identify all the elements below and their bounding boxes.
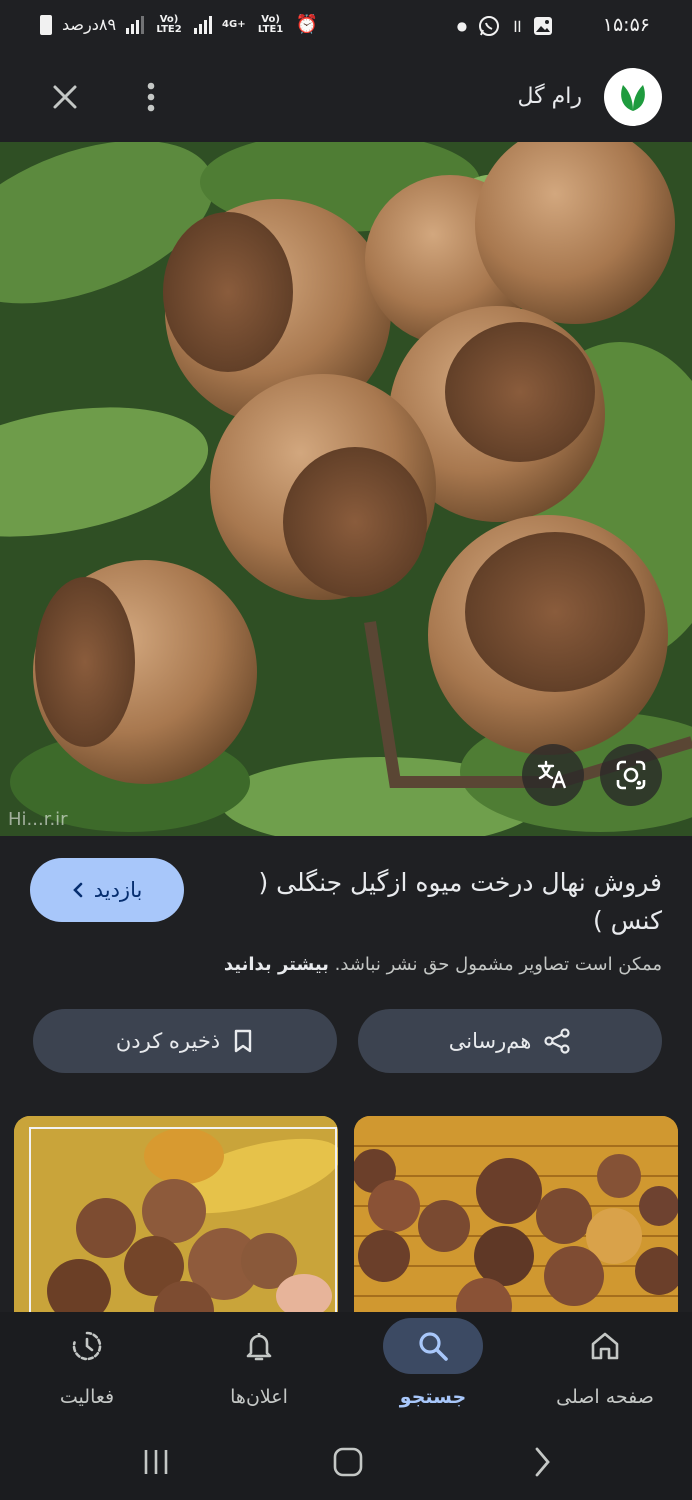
- related-medlar-photo: [14, 1116, 338, 1316]
- status-bar: ۸۹درصد Vo) LTE2 4G+ Vo) LTE1 ⏰ ● ॥ ۱۵:۵۶: [0, 0, 692, 56]
- site-logo[interactable]: [604, 68, 662, 126]
- bell-icon: [246, 1333, 272, 1361]
- learn-more-link[interactable]: بیشتر بدانید: [224, 954, 329, 975]
- more-options-button[interactable]: [130, 76, 172, 118]
- save-button[interactable]: ذخیره کردن: [33, 1009, 337, 1073]
- activity-icon-wrap: [37, 1318, 137, 1374]
- image-info-panel: فروش نهال درخت میوه ازگیل جنگلی ( کنس ) …: [0, 836, 692, 1316]
- share-button[interactable]: هم‌رسانی: [358, 1009, 662, 1073]
- dot-icon: ●: [456, 19, 468, 33]
- network-label: 4G+: [222, 18, 246, 30]
- image-watermark: Hi...r.ir: [8, 809, 68, 830]
- more-vert-icon: [147, 82, 155, 112]
- bottom-navigation: صفحه اصلی جستجو اعلان‌ها فعالیت: [0, 1312, 692, 1430]
- lens-icon: [616, 760, 646, 790]
- bell-icon-wrap: [209, 1318, 309, 1374]
- recent-apps-icon: [144, 1450, 168, 1474]
- clock: ۱۵:۵۶: [602, 14, 650, 36]
- copyright-notice: ممکن است تصاویر مشمول حق نشر نباشد. بیشت…: [224, 954, 662, 975]
- main-image[interactable]: Hi...r.ir: [0, 142, 692, 836]
- close-icon: [53, 85, 77, 109]
- notif-count: ॥: [511, 16, 522, 37]
- share-label: هم‌رسانی: [448, 1029, 532, 1053]
- activity-icon: [72, 1331, 102, 1361]
- status-left: ۸۹درصد Vo) LTE2 4G+ Vo) LTE1 ⏰: [40, 14, 318, 35]
- nav-activity[interactable]: فعالیت: [12, 1318, 162, 1428]
- status-notifications: ● ॥: [457, 14, 554, 38]
- signal-icon: [194, 15, 213, 34]
- image-title[interactable]: فروش نهال درخت میوه ازگیل جنگلی ( کنس ): [202, 864, 662, 940]
- related-image[interactable]: [354, 1116, 678, 1316]
- nav-home[interactable]: صفحه اصلی: [530, 1318, 680, 1428]
- nav-home-label: صفحه اصلی: [556, 1386, 654, 1408]
- back-button[interactable]: [512, 1440, 572, 1484]
- chevron-right-icon: [72, 882, 83, 898]
- system-navigation-bar: [0, 1430, 692, 1500]
- close-button[interactable]: [44, 76, 86, 118]
- alarm-icon: ⏰: [295, 14, 318, 35]
- signal-icon: [126, 15, 145, 34]
- sim2-label: Vo) LTE2: [156, 13, 182, 35]
- recent-apps-button[interactable]: [126, 1440, 186, 1484]
- gallery-icon: [534, 17, 552, 35]
- bookmark-icon: [234, 1029, 252, 1053]
- image-viewer-header: رام گل: [0, 56, 692, 142]
- lens-button[interactable]: [600, 744, 662, 806]
- home-icon-wrap: [555, 1318, 655, 1374]
- search-icon: [419, 1332, 448, 1361]
- sim1-label: Vo) LTE1: [257, 13, 284, 35]
- copyright-text: ممکن است تصاویر مشمول حق نشر نباشد.: [334, 954, 662, 975]
- back-chevron-icon: [535, 1447, 550, 1477]
- battery-text: ۸۹درصد: [62, 15, 117, 34]
- translate-button[interactable]: [522, 744, 584, 806]
- nav-notifications-label: اعلان‌ها: [230, 1386, 288, 1408]
- nav-search[interactable]: جستجو: [358, 1318, 508, 1428]
- nav-notifications[interactable]: اعلان‌ها: [184, 1318, 334, 1428]
- nav-activity-label: فعالیت: [59, 1386, 115, 1408]
- nav-search-label: جستجو: [399, 1386, 467, 1408]
- translate-icon: [537, 760, 567, 789]
- medlar-fruit-photo: [0, 142, 692, 836]
- site-name[interactable]: رام گل: [518, 84, 583, 109]
- battery-icon: [40, 14, 52, 35]
- home-icon: [591, 1332, 619, 1360]
- home-system-button[interactable]: [318, 1440, 378, 1484]
- share-icon: [544, 1028, 570, 1054]
- home-square-icon: [333, 1447, 363, 1477]
- leaf-logo-icon: [621, 85, 645, 111]
- visit-label: بازدید: [93, 878, 143, 902]
- related-image[interactable]: [14, 1116, 338, 1316]
- whatsapp-icon: [479, 16, 500, 36]
- search-icon-wrap: [383, 1318, 483, 1374]
- related-medlar-photo: [354, 1116, 678, 1316]
- visit-button[interactable]: بازدید: [30, 858, 184, 922]
- save-label: ذخیره کردن: [115, 1029, 221, 1053]
